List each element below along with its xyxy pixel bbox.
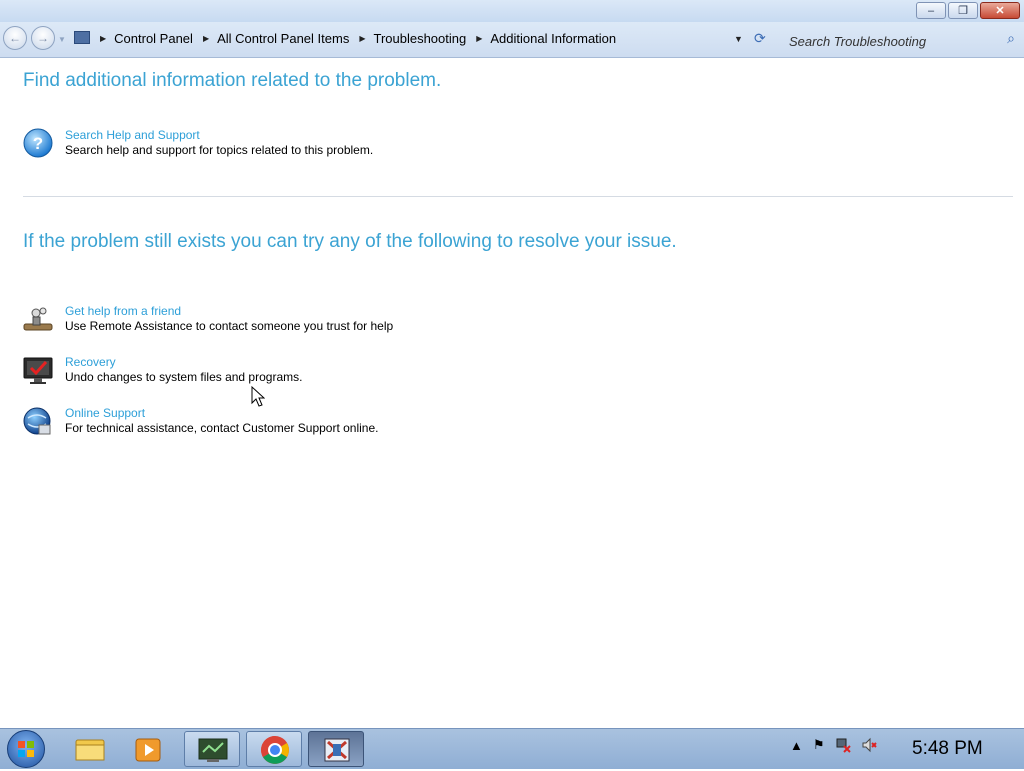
taskbar-clock[interactable]: 5:48 PM [912, 738, 983, 760]
breadcrumb-separator-icon[interactable]: ▶ [476, 34, 482, 43]
restore-button[interactable]: ❐ [948, 2, 978, 19]
close-button[interactable]: ✕ [980, 2, 1020, 19]
address-dropdown-icon[interactable]: ▼ [734, 34, 743, 44]
refresh-icon[interactable]: ⟳ [754, 30, 766, 47]
control-panel-icon[interactable] [74, 31, 90, 44]
taskbar: ▲ ⚑ 5:48 PM [0, 728, 1024, 769]
task-online-support[interactable]: Online Support For technical assistance,… [22, 406, 522, 442]
show-hidden-icons-icon[interactable]: ▲ [790, 738, 803, 753]
chrome-icon [261, 736, 289, 764]
taskbar-media-player[interactable] [121, 731, 177, 767]
mouse-pointer-icon [251, 386, 265, 407]
svg-text:?: ? [33, 134, 43, 153]
forward-arrow-icon: → [37, 31, 49, 45]
search-icon[interactable]: ⌕ [1007, 30, 1015, 47]
volume-muted-icon[interactable] [861, 737, 877, 753]
task-get-help-from-friend[interactable]: Get help from a friend Use Remote Assist… [22, 304, 522, 340]
address-bar: ← → ▼ ▶ Control Panel ▶ All Control Pane… [0, 22, 1024, 58]
page-title: Find additional information related to t… [23, 70, 442, 91]
taskbar-troubleshooter[interactable] [308, 731, 364, 767]
system-tray: ▲ ⚑ [790, 737, 877, 753]
start-button[interactable] [7, 730, 45, 768]
taskbar-explorer[interactable] [62, 731, 118, 767]
breadcrumb-separator-icon[interactable]: ▶ [100, 34, 106, 43]
search-help-description: Search help and support for topics relat… [65, 143, 374, 157]
remote-assistance-icon [23, 307, 53, 331]
section-title: If the problem still exists you can try … [23, 231, 677, 252]
search-box: ⌕ [780, 26, 1020, 52]
action-center-flag-icon[interactable]: ⚑ [813, 737, 825, 753]
minimize-button[interactable]: – [916, 2, 946, 19]
recovery-icon [23, 357, 53, 384]
forward-button[interactable]: → [31, 26, 55, 50]
get-help-from-friend-link[interactable]: Get help from a friend [65, 304, 181, 318]
breadcrumb-separator-icon[interactable]: ▶ [359, 34, 365, 43]
main-content: Find additional information related to t… [0, 58, 1024, 728]
media-player-icon [135, 738, 161, 762]
online-support-icon [23, 407, 51, 435]
control-panel-icon [198, 738, 228, 762]
caption-buttons: – ❐ ✕ [916, 2, 1020, 19]
taskbar-control-panel[interactable] [184, 731, 240, 767]
title-bar: – ❐ ✕ [0, 0, 1024, 22]
search-help-link[interactable]: Search Help and Support [65, 128, 200, 142]
breadcrumb-all-control-panel-items[interactable]: All Control Panel Items [217, 31, 349, 46]
help-icon: ? [23, 128, 53, 158]
back-button[interactable]: ← [3, 26, 27, 50]
network-icon[interactable] [835, 737, 851, 753]
control-panel-window: – ❐ ✕ ← → ▼ ▶ Control Panel ▶ All Contro… [0, 0, 1024, 728]
windows-logo-icon [18, 741, 34, 757]
task-search-help[interactable]: ? Search Help and Support Search help an… [22, 128, 522, 164]
recovery-link[interactable]: Recovery [65, 355, 116, 369]
breadcrumb-control-panel[interactable]: Control Panel [114, 31, 193, 46]
explorer-icon [75, 739, 105, 761]
taskbar-chrome[interactable] [246, 731, 302, 767]
breadcrumb-additional-information[interactable]: Additional Information [490, 31, 616, 46]
breadcrumb-troubleshooting[interactable]: Troubleshooting [373, 31, 466, 46]
online-support-description: For technical assistance, contact Custom… [65, 421, 379, 435]
online-support-link[interactable]: Online Support [65, 406, 145, 420]
recent-pages-dropdown-icon[interactable]: ▼ [58, 35, 66, 44]
search-input[interactable] [787, 31, 991, 51]
back-arrow-icon: ← [9, 31, 21, 45]
recovery-description: Undo changes to system files and program… [65, 370, 303, 384]
breadcrumb-separator-icon[interactable]: ▶ [203, 34, 209, 43]
task-recovery[interactable]: Recovery Undo changes to system files an… [22, 355, 522, 391]
section-divider [23, 196, 1013, 197]
troubleshooter-icon [324, 738, 350, 762]
breadcrumb: ▶ Control Panel ▶ All Control Panel Item… [96, 31, 616, 46]
get-help-from-friend-description: Use Remote Assistance to contact someone… [65, 319, 394, 333]
